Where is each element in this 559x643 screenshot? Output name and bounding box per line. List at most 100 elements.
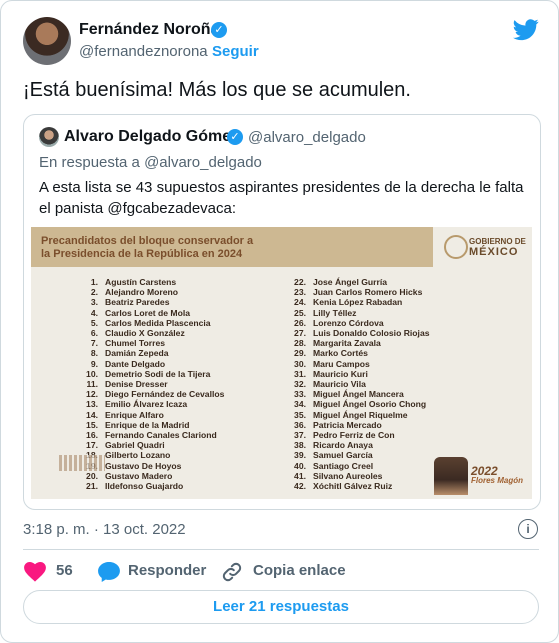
list-item-number: 2. [90,287,98,298]
list-item-name: Ildefonso Guajardo [105,481,184,492]
list-item: 27. Luis Donaldo Colosio Riojas [289,328,429,339]
author-handle[interactable]: @fernandeznorona [79,43,208,60]
list-item: 7. Chumel Torres [81,338,224,348]
quoted-text: A esta lista se 43 supuestos aspirantes … [39,179,524,217]
list-item-number: 25. [294,307,306,318]
list-item-number: 41. [294,470,306,481]
list-item-name: Diego Fernández de Cevallos [105,389,225,400]
like-count[interactable]: 56 [56,562,73,579]
list-item: 21. Ildefonso Guajardo [81,481,224,491]
attached-image[interactable]: Precandidatos del bloque conservador a l… [31,227,532,499]
list-item: 34. Miguel Ángel Osorio Chong [289,399,430,409]
list-item-number: 17. [86,440,98,451]
list-item-name: Gabriel Quadri [105,440,165,451]
list-item: 30. Maru Campos [289,359,430,369]
list-item-number: 8. [90,348,98,359]
list-item: 20. Gustavo Madero [81,471,224,481]
quoted-tweet[interactable]: Alvaro Delgado Gómez ✓ @alvaro_delgado E… [23,114,541,510]
info-icon[interactable]: i [518,519,538,539]
list-item: 4. Carlos Loret de Mola [81,308,224,318]
gov-label1: GOBIERNO DE [469,237,526,246]
timestamp[interactable]: 3:18 p. m. · 13 oct. 2022 [23,521,186,538]
list-item: 10. Demetrio Sodi de la Tijera [81,369,224,379]
list-item-number: 33. [294,389,306,400]
list-item-name: Enrique de la Madrid [105,419,190,430]
list-item-name: Miguel Ángel Riquelme [313,409,408,420]
verified-icon: ✓ [211,22,227,38]
list-item-number: 32. [294,379,306,390]
list-item-name: Damián Zepeda [105,348,169,359]
author-avatar[interactable] [23,17,71,65]
list-item-name: Beatriz Paredes [105,297,170,308]
list-item: 36. Patricia Mercado [289,420,430,430]
quoted-author-avatar[interactable] [39,127,59,147]
list-item: 12. Diego Fernández de Cevallos [81,389,224,399]
author-name[interactable]: Fernández Noroña [79,21,219,39]
list-item-name: Agustín Carstens [105,277,177,287]
list-item-name: Carlos Medida Plascencia [105,317,211,328]
list-item: 28. Margarita Zavala [289,338,430,348]
list-item: 39. Samuel García [289,450,430,460]
link-icon[interactable] [221,561,243,583]
list-item-number: 7. [90,338,98,349]
list-item-number: 14. [86,409,98,420]
reply-bubble-icon[interactable] [98,562,120,582]
list-item-number: 4. [90,307,98,318]
list-item-number: 39. [294,450,306,461]
list-item: 14. Enrique Alfaro [81,410,224,420]
list-item: 1. Agustín Carstens [81,277,224,287]
list-item-name: Juan Carlos Romero Hicks [313,287,423,298]
list-item: 3. Beatriz Paredes [81,297,224,307]
list-item: 26. Lorenzo Córdova [289,318,430,328]
list-item-name: Lilly Téllez [313,307,357,318]
list-item-number: 36. [294,419,306,430]
list-item-number: 31. [294,368,306,379]
list-item-number: 20. [86,470,98,481]
list-item-number: 5. [90,317,98,328]
list-item-number: 27. [294,328,306,339]
list-item-number: 35. [294,409,306,420]
list-item-number: 22. [294,277,306,287]
list-item-name: Miguel Ángel Osorio Chong [313,399,427,410]
list-item-number: 29. [294,348,306,359]
tweet-text: ¡Está buenísima! Más los que se acumulen… [23,79,411,101]
image-title-line1: Precandidatos del bloque conservador a [41,235,254,247]
portrait-illustration [434,457,468,495]
heart-icon[interactable] [24,562,46,582]
list-item-name: Gilberto Lozano [105,450,171,461]
read-replies-button[interactable]: Leer 21 respuestas [23,590,539,624]
twitter-bird-icon[interactable] [513,19,539,41]
list-item-number: 6. [90,328,98,339]
list-item: 5. Carlos Medida Plascencia [81,318,224,328]
list-item-name: Silvano Aureoles [313,470,383,481]
reply-button[interactable]: Responder [128,562,206,579]
list-item-number: 13. [86,399,98,410]
list-item: 8. Damián Zepeda [81,348,224,358]
list-item: 6. Claudio X González [81,328,224,338]
list-item: 33. Miguel Ángel Mancera [289,389,430,399]
list-item-name: Enrique Alfaro [105,409,164,420]
tweet-card: Fernández Noroña ✓ @fernandeznorona · Se… [0,0,559,643]
list-item-name: Carlos Loret de Mola [105,307,190,318]
list-item-number: 40. [294,460,306,471]
copy-link-button[interactable]: Copia enlace [253,562,346,579]
handle-separator: · [203,43,208,60]
list-item-name: Patricia Mercado [313,419,382,430]
crowd-illustration [59,455,105,471]
list-item: 13. Emilio Álvarez Icaza [81,399,224,409]
list-item-name: Jose Ángel Gurría [313,277,388,287]
quoted-author-handle[interactable]: @alvaro_delgado [248,129,366,146]
list-item-name: Marko Cortés [313,348,368,359]
list-item-name: Miguel Ángel Mancera [313,389,404,400]
list-item: 35. Miguel Ángel Riquelme [289,410,430,420]
follow-button[interactable]: Seguir [212,43,259,60]
quoted-author-name[interactable]: Alvaro Delgado Gómez [64,128,239,146]
list-item-name: Maru Campos [313,358,370,369]
list-item-number: 21. [86,481,98,492]
list-item: 38. Ricardo Anaya [289,440,430,450]
list-item-name: Samuel García [313,450,373,461]
list-item-name: Lorenzo Córdova [313,317,384,328]
list-item: 23. Juan Carlos Romero Hicks [289,287,430,297]
list-item: 2. Alejandro Moreno [81,287,224,297]
list-item-name: Santiago Creel [313,460,374,471]
